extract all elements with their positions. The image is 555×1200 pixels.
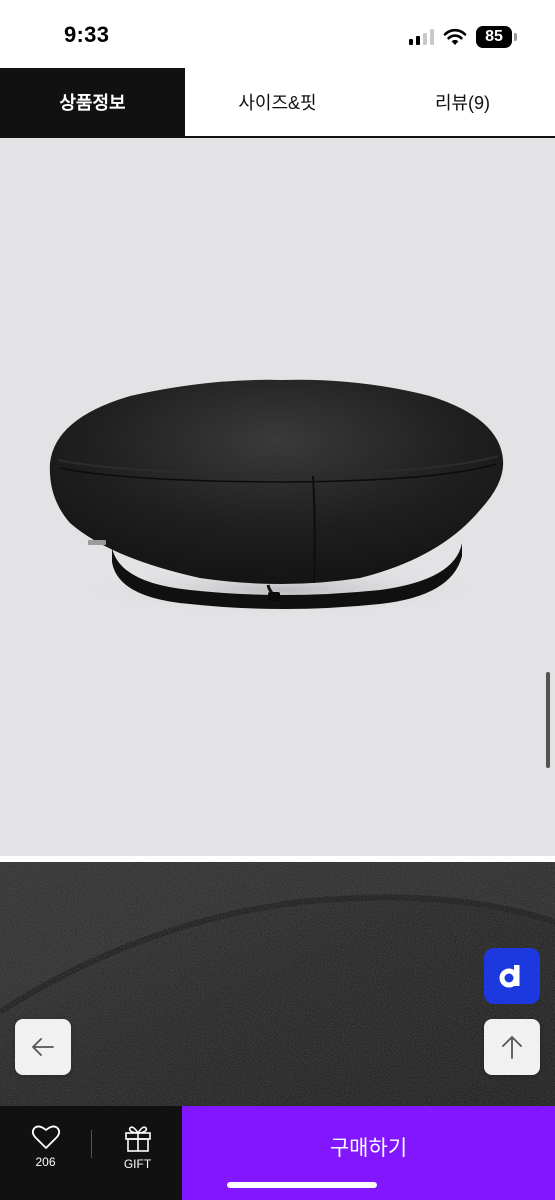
like-button[interactable]: 206 [0,1106,91,1200]
product-page: 9:33 85 상품정보 사이즈&핏 리뷰(9) 206 GIFT 구매하기 [0,0,555,1200]
tab-reviews[interactable]: 리뷰(9) [370,68,555,136]
status-icons: 85 [409,24,517,50]
gift-icon [124,1126,151,1152]
wifi-icon [443,28,467,45]
scroll-to-top-button[interactable] [484,1019,540,1075]
product-tabs: 상품정보 사이즈&핏 리뷰(9) [0,68,555,138]
fabric-texture-image [0,862,555,1106]
product-photo [0,138,555,856]
arrow-up-icon [502,1036,522,1059]
tab-product-info[interactable]: 상품정보 [0,68,185,136]
fabric-detail-photo [0,862,555,1106]
tab-size-fit[interactable]: 사이즈&핏 [185,68,370,136]
app-shortcut-button[interactable] [484,948,540,1004]
heart-icon [31,1125,60,1149]
home-indicator[interactable] [227,1182,377,1188]
like-count: 206 [35,1155,56,1169]
gift-label: GIFT [123,1157,152,1171]
status-bar: 9:33 85 [0,0,555,68]
gift-button[interactable]: GIFT [93,1106,182,1200]
arrow-left-icon [32,1038,54,1056]
scroll-indicator[interactable] [546,672,550,768]
status-time: 9:33 [64,22,110,47]
battery-tip [514,33,517,41]
bar-divider [91,1130,92,1158]
back-button[interactable] [15,1019,71,1075]
beret-image [49,379,504,616]
app-logo-icon [499,965,520,988]
signal-icon [409,29,434,45]
battery-icon: 85 [476,26,512,48]
